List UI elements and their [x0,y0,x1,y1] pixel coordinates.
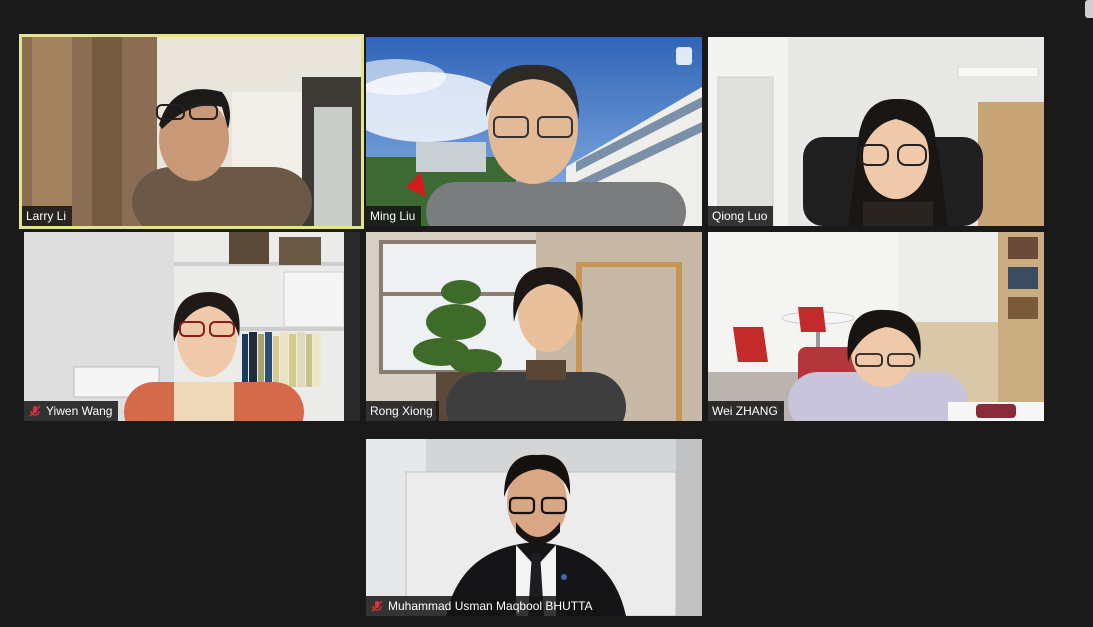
microphone-muted-icon [29,405,41,417]
participant-name-tag: Muhammad Usman Maqbool BHUTTA [366,596,599,616]
video-feed [708,232,1044,421]
participant-name: Larry Li [26,209,67,223]
participant-name: Muhammad Usman Maqbool BHUTTA [388,599,593,613]
video-tile-yiwen-wang[interactable]: Yiwen Wang [24,232,360,421]
video-feed [366,37,702,226]
video-tile-ming-liu[interactable]: Ming Liu [366,37,702,226]
video-feed [366,427,702,616]
microphone-muted-icon [371,600,383,612]
video-feed [22,37,361,226]
more-options-icon[interactable] [1085,0,1093,18]
participant-name-tag: Yiwen Wang [24,401,119,421]
video-feed [24,232,360,421]
participant-name-tag: Wei ZHANG [708,401,784,421]
participant-name-tag: Qiong Luo [708,206,774,226]
video-feed [708,37,1044,226]
participant-name-tag: Larry Li [22,206,73,226]
video-tile-qiong-luo[interactable]: Qiong Luo [708,37,1044,226]
video-tile-wei-zhang[interactable]: Wei ZHANG [708,232,1044,421]
video-feed [366,232,702,421]
participant-name-tag: Ming Liu [366,206,422,226]
participant-name: Ming Liu [370,209,416,223]
participant-name: Yiwen Wang [46,404,113,418]
video-tile-larry-li[interactable]: Larry Li [19,34,364,229]
participant-name: Wei ZHANG [712,404,778,418]
participant-name: Qiong Luo [712,209,768,223]
video-tile-rong-xiong[interactable]: Rong Xiong [366,232,702,421]
video-tile-muhammad-bhutta[interactable]: Muhammad Usman Maqbool BHUTTA [366,427,702,616]
participant-name-tag: Rong Xiong [366,401,439,421]
participant-name: Rong Xiong [370,404,433,418]
